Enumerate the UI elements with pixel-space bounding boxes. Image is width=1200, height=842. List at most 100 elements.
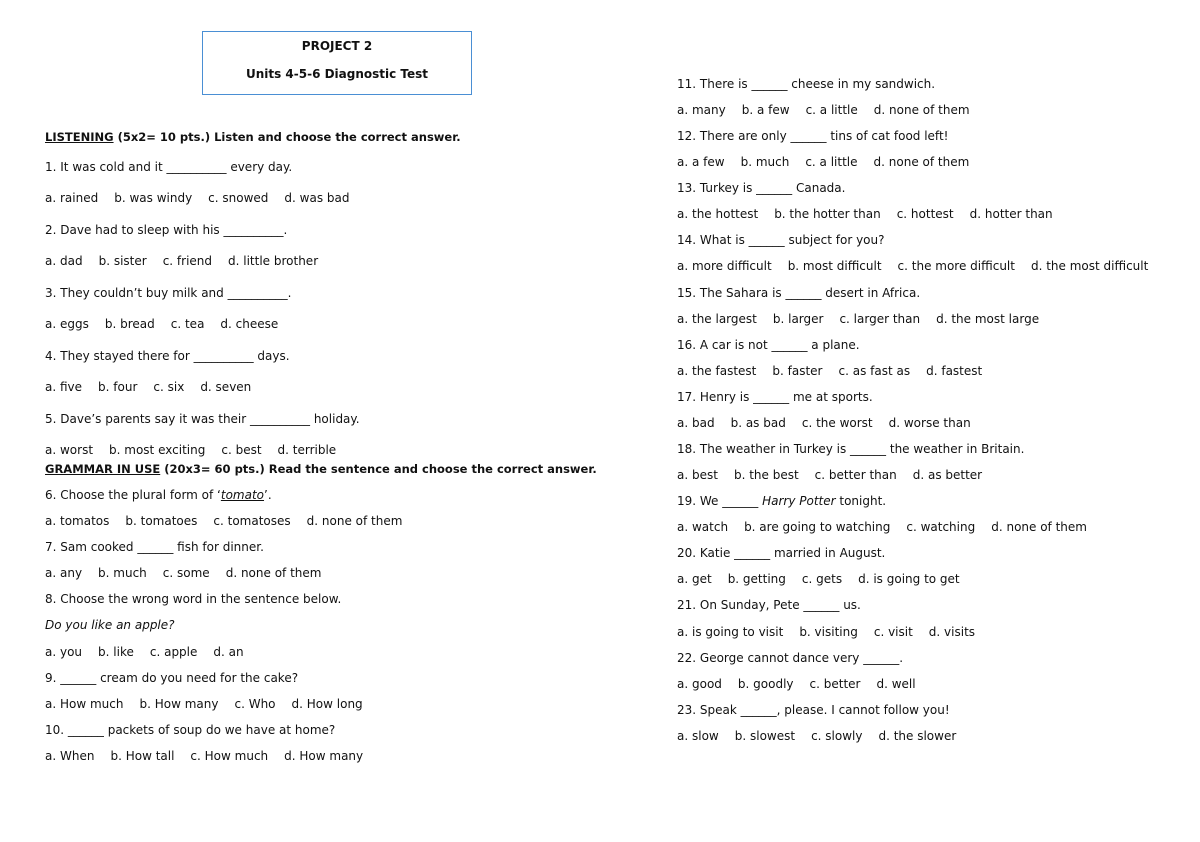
answer-option: a. bad	[677, 416, 715, 430]
answer-option: b. much	[98, 566, 147, 580]
answer-option: d. is going to get	[858, 572, 960, 586]
answer-option: a. five	[45, 380, 83, 394]
answer-option: d. How many	[284, 749, 364, 763]
answer-option: a. get	[677, 572, 712, 586]
question-text: 6. Choose the plural form of ‘	[45, 488, 221, 502]
answer-option: a. dad	[45, 254, 83, 268]
options-row-4: a. five b. four c. six d. seven	[45, 380, 267, 394]
question-18: 18. The weather in Turkey is ______ the …	[677, 442, 1025, 456]
answer-option: c. slowly	[811, 729, 863, 743]
options-row-7: a. any b. much c. some d. none of them	[45, 566, 337, 580]
answer-option: b. sister	[98, 254, 147, 268]
answer-option: d. was bad	[284, 191, 350, 205]
question-4: 4. They stayed there for __________ days…	[45, 349, 290, 363]
answer-option: a. the largest	[677, 312, 757, 326]
answer-option: c. tomatoses	[213, 514, 291, 528]
answer-option: d. the slower	[878, 729, 957, 743]
answer-option: a. slow	[677, 729, 719, 743]
options-row-22: a. good b. goodly c. better d. well	[677, 677, 932, 691]
answer-option: b. bread	[104, 317, 155, 331]
question-13: 13. Turkey is ______ Canada.	[677, 181, 846, 195]
answer-option: d. cheese	[220, 317, 279, 331]
example-sentence: Do you like an apple?	[45, 618, 175, 632]
answer-option: b. the best	[733, 468, 799, 482]
answer-option: a. How much	[45, 697, 124, 711]
answer-option: d. seven	[200, 380, 252, 394]
options-row-9: a. How much b. How many c. Who d. How long	[45, 697, 379, 711]
answer-option: a. watch	[677, 520, 729, 534]
answer-option: c. tea	[170, 317, 205, 331]
answer-option: b. was windy	[114, 191, 193, 205]
question-1: 1. It was cold and it __________ every d…	[45, 160, 293, 174]
answer-option: c. some	[162, 566, 210, 580]
answer-option: b. larger	[772, 312, 824, 326]
question-14: 14. What is ______ subject for you?	[677, 233, 885, 247]
answer-option: b. are going to watching	[744, 520, 891, 534]
answer-option: b. How many	[139, 697, 219, 711]
answer-option: c. better	[809, 677, 861, 691]
question-text: tonight.	[835, 494, 887, 508]
answer-option: c. visit	[873, 625, 913, 639]
options-row-14: a. more difficult b. most difficult c. the…	[677, 259, 1164, 273]
answer-option: c. How much	[190, 749, 269, 763]
question-5: 5. Dave’s parents say it was their _____…	[45, 412, 360, 426]
answer-option: a. good	[677, 677, 722, 691]
options-row-6: a. tomatos b. tomatoes c. tomatoses d. none…	[45, 514, 418, 528]
answer-option: d. How long	[291, 697, 363, 711]
answer-option: c. as fast as	[838, 364, 911, 378]
answer-option: b. slowest	[734, 729, 796, 743]
listening-label: LISTENING	[45, 130, 114, 144]
answer-option: d. visits	[928, 625, 976, 639]
emphasized-text: Harry Potter	[762, 494, 836, 508]
options-row-18: a. best b. the best c. better than d. as be…	[677, 468, 998, 482]
question-12: 12. There are only ______ tins of cat fo…	[677, 129, 949, 143]
answer-option: c. the worst	[801, 416, 873, 430]
answer-option: c. gets	[801, 572, 843, 586]
answer-option: d. little brother	[228, 254, 319, 268]
answer-option: d. terrible	[277, 443, 337, 457]
answer-option: d. none of them	[873, 103, 970, 117]
listening-heading: LISTENING (5x2= 10 pts.) Listen and choo…	[45, 130, 461, 144]
answer-option: d. an	[213, 645, 244, 659]
answer-option: b. goodly	[737, 677, 794, 691]
options-row-17: a. bad b. as bad c. the worst d. worse than	[677, 416, 987, 430]
answer-option: b. most difficult	[787, 259, 882, 273]
options-row-12: a. a few b. much c. a little d. none of the…	[677, 155, 985, 169]
options-row-5: a. worst b. most exciting c. best d. terrib…	[45, 443, 352, 457]
answer-option: d. hotter than	[969, 207, 1053, 221]
answer-option: d. as better	[912, 468, 983, 482]
options-row-23: a. slow b. slowest c. slowly d. the slower	[677, 729, 972, 743]
project-title: PROJECT 2	[301, 39, 373, 53]
answer-option: b. How tall	[110, 749, 175, 763]
answer-option: b. tomatoes	[125, 514, 198, 528]
question-22: 22. George cannot dance very ______.	[677, 651, 904, 665]
answer-option: d. none of them	[306, 514, 403, 528]
answer-option: d. the most large	[936, 312, 1040, 326]
answer-option: a. is going to visit	[677, 625, 784, 639]
grammar-label: GRAMMAR IN USE	[45, 462, 161, 476]
answer-option: b. faster	[772, 364, 823, 378]
answer-option: c. the more difficult	[897, 259, 1015, 273]
answer-option: a. worst	[45, 443, 94, 457]
answer-option: c. friend	[162, 254, 213, 268]
question-17: 17. Henry is ______ me at sports.	[677, 390, 873, 404]
answer-option: d. none of them	[991, 520, 1087, 534]
answer-option: b. a few	[741, 103, 790, 117]
answer-option: b. the hotter than	[774, 207, 881, 221]
question-21: 21. On Sunday, Pete ______ us.	[677, 598, 861, 612]
answer-option: c. better than	[814, 468, 897, 482]
test-subtitle: Units 4-5-6 Diagnostic Test	[245, 67, 429, 81]
question-11: 11. There is ______ cheese in my sandwic…	[677, 77, 936, 91]
options-row-13: a. the hottest b. the hotter than c. hotte…	[677, 207, 1069, 221]
options-row-3: a. eggs b. bread c. tea d. cheese	[45, 317, 294, 331]
answer-option: c. snowed	[208, 191, 269, 205]
answer-option: c. best	[221, 443, 262, 457]
answer-option: a. you	[45, 645, 83, 659]
answer-option: a. more difficult	[677, 259, 772, 273]
answer-option: b. as bad	[730, 416, 786, 430]
answer-option: b. four	[98, 380, 138, 394]
options-row-20: a. get b. getting c. gets d. is going to ge…	[677, 572, 976, 586]
answer-option: c. larger than	[839, 312, 921, 326]
answer-option: d. the most difficult	[1030, 259, 1149, 273]
answer-option: c. watching	[906, 520, 976, 534]
